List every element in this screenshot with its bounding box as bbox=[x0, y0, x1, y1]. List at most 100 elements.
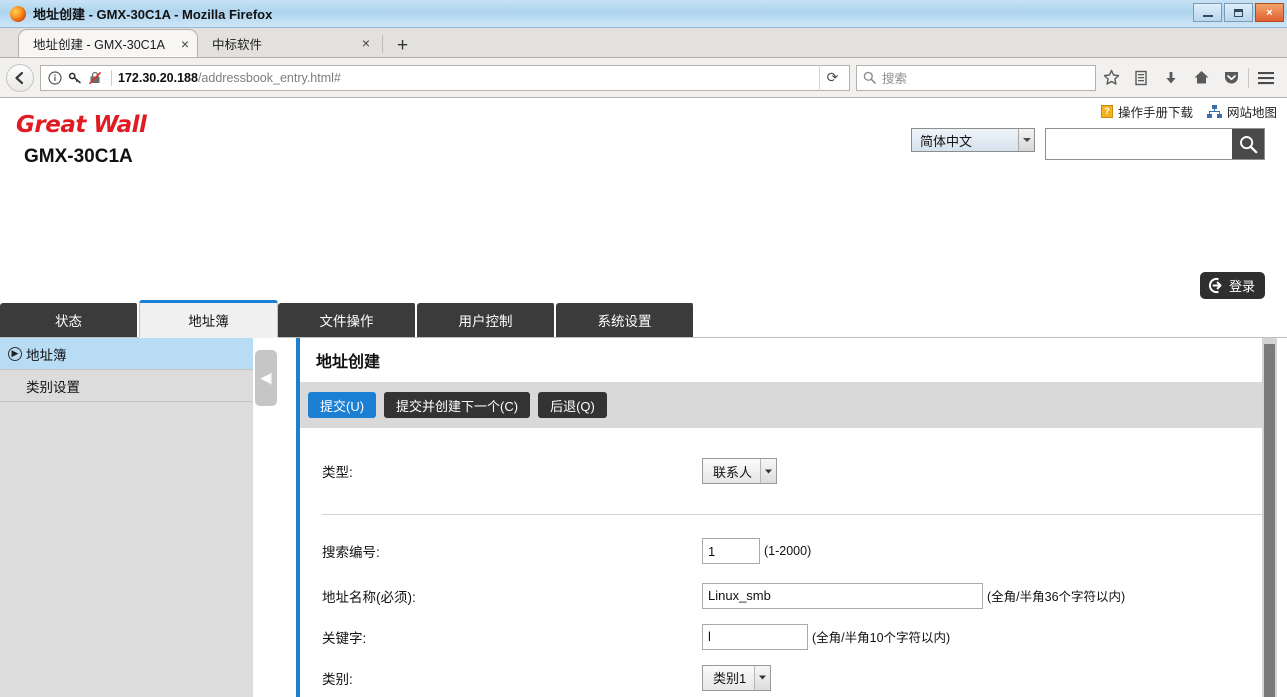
page-title: 地址创建 bbox=[300, 338, 1277, 382]
login-button[interactable]: 登录 bbox=[1199, 272, 1265, 299]
submit-button[interactable]: 提交(U) bbox=[308, 392, 377, 418]
content-scrollbar-thumb[interactable] bbox=[1264, 344, 1275, 697]
insecure-connection-icon[interactable] bbox=[88, 71, 102, 85]
search-number-label: 搜索编号: bbox=[322, 545, 380, 560]
browser-search-placeholder: 搜索 bbox=[882, 72, 908, 86]
login-arrow-icon bbox=[1207, 277, 1224, 294]
sidebar-item-category-settings[interactable]: 类别设置 bbox=[0, 370, 253, 402]
sidebar-item-addressbook[interactable]: ▶ 地址簿 bbox=[0, 338, 253, 370]
url-divider bbox=[111, 69, 112, 86]
category-select-value: 类别1 bbox=[713, 671, 747, 686]
library-icon[interactable] bbox=[1126, 63, 1156, 93]
sitemap-link[interactable]: 网站地图 bbox=[1206, 102, 1277, 121]
url-bar[interactable]: 172.30.20.188/addressbook_entry.html# ⟳ bbox=[40, 64, 850, 91]
browser-tab-1-label: 地址创建 - GMX-30C1A bbox=[33, 38, 165, 52]
category-label: 类别: bbox=[322, 671, 353, 687]
sidebar-item-category-settings-label: 类别设置 bbox=[26, 379, 80, 395]
field-row-keyword: 关键字: l (全角/半角10个字符以内) bbox=[322, 616, 1277, 657]
minimize-button[interactable] bbox=[1193, 3, 1222, 22]
tab-user-control[interactable]: 用户控制 bbox=[417, 303, 556, 337]
sitemap-label: 网站地图 bbox=[1226, 106, 1277, 120]
manual-download-link[interactable]: ? 操作手册下载 bbox=[1100, 102, 1193, 121]
url-host-text: 172.30.20.188 bbox=[118, 70, 198, 85]
window-controls: × bbox=[1193, 3, 1284, 22]
browser-navbar: 172.30.20.188/addressbook_entry.html# ⟳ … bbox=[0, 58, 1287, 98]
type-select-value: 联系人 bbox=[713, 464, 753, 480]
home-icon[interactable] bbox=[1186, 63, 1216, 93]
toolbar-divider bbox=[1248, 67, 1249, 88]
tab-system-settings[interactable]: 系统设置 bbox=[556, 303, 695, 337]
window-titlebar: 地址创建 - GMX-30C1A - Mozilla Firefox × bbox=[0, 0, 1287, 28]
content-inner: 地址创建 提交(U) 提交并创建下一个(C) 后退(Q) 类型: 联系人 搜索编… bbox=[300, 338, 1277, 697]
sidebar-item-addressbook-label: 地址簿 bbox=[26, 347, 67, 363]
tab-separator bbox=[382, 35, 383, 53]
language-select[interactable]: 简体中文 bbox=[911, 128, 1035, 152]
manual-download-label: 操作手册下载 bbox=[1117, 106, 1193, 120]
type-select[interactable]: 联系人 bbox=[702, 458, 778, 484]
form-divider bbox=[322, 514, 1263, 515]
field-row-type: 类型: 联系人 bbox=[322, 448, 1277, 494]
reload-icon[interactable]: ⟳ bbox=[819, 64, 845, 91]
category-select[interactable]: 类别1 bbox=[702, 664, 772, 691]
page-info-icon[interactable] bbox=[48, 70, 62, 85]
menu-icon[interactable] bbox=[1251, 63, 1281, 93]
site-search-input[interactable] bbox=[1046, 129, 1232, 159]
address-name-label: 地址名称(必须): bbox=[322, 589, 416, 605]
sitemap-icon bbox=[1206, 105, 1222, 118]
field-row-category: 类别: 类别1 bbox=[322, 657, 1277, 697]
chevron-down-icon bbox=[760, 459, 777, 483]
tab-addressbook[interactable]: 地址簿 bbox=[139, 300, 278, 337]
search-number-input[interactable]: 1 bbox=[702, 538, 760, 564]
address-name-hint: (全角/半角36个字符以内) bbox=[987, 590, 1126, 604]
type-label: 类型: bbox=[322, 465, 353, 480]
site-search[interactable] bbox=[1045, 128, 1265, 160]
field-row-search-number: 搜索编号: 1 (1-2000) bbox=[322, 527, 1277, 575]
browser-search-bar[interactable]: 搜索 bbox=[856, 64, 1096, 91]
window-title: 地址创建 - GMX-30C1A - Mozilla Firefox bbox=[33, 7, 273, 22]
tab-file-operation[interactable]: 文件操作 bbox=[278, 303, 417, 337]
download-icon[interactable] bbox=[1156, 63, 1186, 93]
browser-tabstrip: 地址创建 - GMX-30C1A × 中标软件 × + bbox=[0, 28, 1287, 58]
language-select-value: 简体中文 bbox=[920, 133, 973, 149]
browser-tab-2-label: 中标软件 bbox=[212, 37, 263, 52]
address-name-input[interactable]: Linux_smb bbox=[702, 582, 983, 609]
browser-tab-1[interactable]: 地址创建 - GMX-30C1A × bbox=[18, 29, 198, 57]
device-model: GMX-30C1A bbox=[24, 146, 133, 167]
content-scrollbar[interactable] bbox=[1262, 338, 1277, 697]
web-page: ? 操作手册下载 网站地图 Great Wall GMX-30C1A 简体中文 bbox=[0, 98, 1287, 697]
keyword-hint: (全角/半角10个字符以内) bbox=[812, 631, 951, 645]
keyword-input[interactable]: l bbox=[702, 623, 808, 650]
new-tab-button[interactable]: + bbox=[387, 36, 418, 57]
tab-status[interactable]: 状态 bbox=[0, 303, 139, 337]
pocket-icon[interactable] bbox=[1216, 63, 1246, 93]
star-icon[interactable] bbox=[1096, 63, 1126, 93]
browser-tab-2-close-icon[interactable]: × bbox=[362, 36, 370, 50]
help-icon: ? bbox=[1100, 105, 1113, 118]
address-form: 类型: 联系人 搜索编号: 1 (1-2000) 地址名称(必须): Linux… bbox=[300, 428, 1277, 697]
action-button-bar: 提交(U) 提交并创建下一个(C) 后退(Q) bbox=[300, 382, 1277, 428]
saved-password-key-icon[interactable] bbox=[68, 71, 82, 85]
close-button[interactable]: × bbox=[1255, 3, 1284, 22]
login-label: 登录 bbox=[1228, 279, 1255, 294]
firefox-logo-icon bbox=[10, 5, 26, 22]
chevron-right-circle-icon: ▶ bbox=[8, 346, 22, 361]
search-number-hint: (1-2000) bbox=[764, 544, 812, 558]
sidebar: ▶ 地址簿 类别设置 bbox=[0, 338, 253, 697]
submit-and-create-next-button[interactable]: 提交并创建下一个(C) bbox=[384, 392, 531, 418]
browser-tab-1-close-icon[interactable]: × bbox=[181, 37, 189, 51]
browser-tab-2[interactable]: 中标软件 × bbox=[198, 29, 378, 57]
keyword-label: 关键字: bbox=[322, 630, 367, 646]
chevron-down-icon bbox=[754, 665, 771, 690]
content-panel: 地址创建 提交(U) 提交并创建下一个(C) 后退(Q) 类型: 联系人 搜索编… bbox=[296, 338, 1277, 697]
back-button-form[interactable]: 后退(Q) bbox=[538, 392, 607, 418]
page-body: ▶ 地址簿 类别设置 ◀| 地址创建 提交(U) 提交并创建下一个(C) 后退(… bbox=[0, 338, 1287, 697]
field-row-address-name: 地址名称(必须): Linux_smb (全角/半角36个字符以内) bbox=[322, 575, 1277, 616]
back-button[interactable] bbox=[6, 63, 34, 92]
site-header: ? 操作手册下载 网站地图 Great Wall GMX-30C1A 简体中文 bbox=[0, 98, 1287, 299]
search-icon bbox=[863, 71, 876, 84]
maximize-button[interactable] bbox=[1224, 3, 1253, 22]
main-tab-bar: 状态 地址簿 文件操作 用户控制 系统设置 bbox=[0, 300, 1287, 338]
site-search-button[interactable] bbox=[1232, 129, 1264, 159]
chevron-down-icon bbox=[1018, 129, 1034, 151]
sidebar-collapse-handle[interactable]: ◀| bbox=[255, 350, 277, 406]
